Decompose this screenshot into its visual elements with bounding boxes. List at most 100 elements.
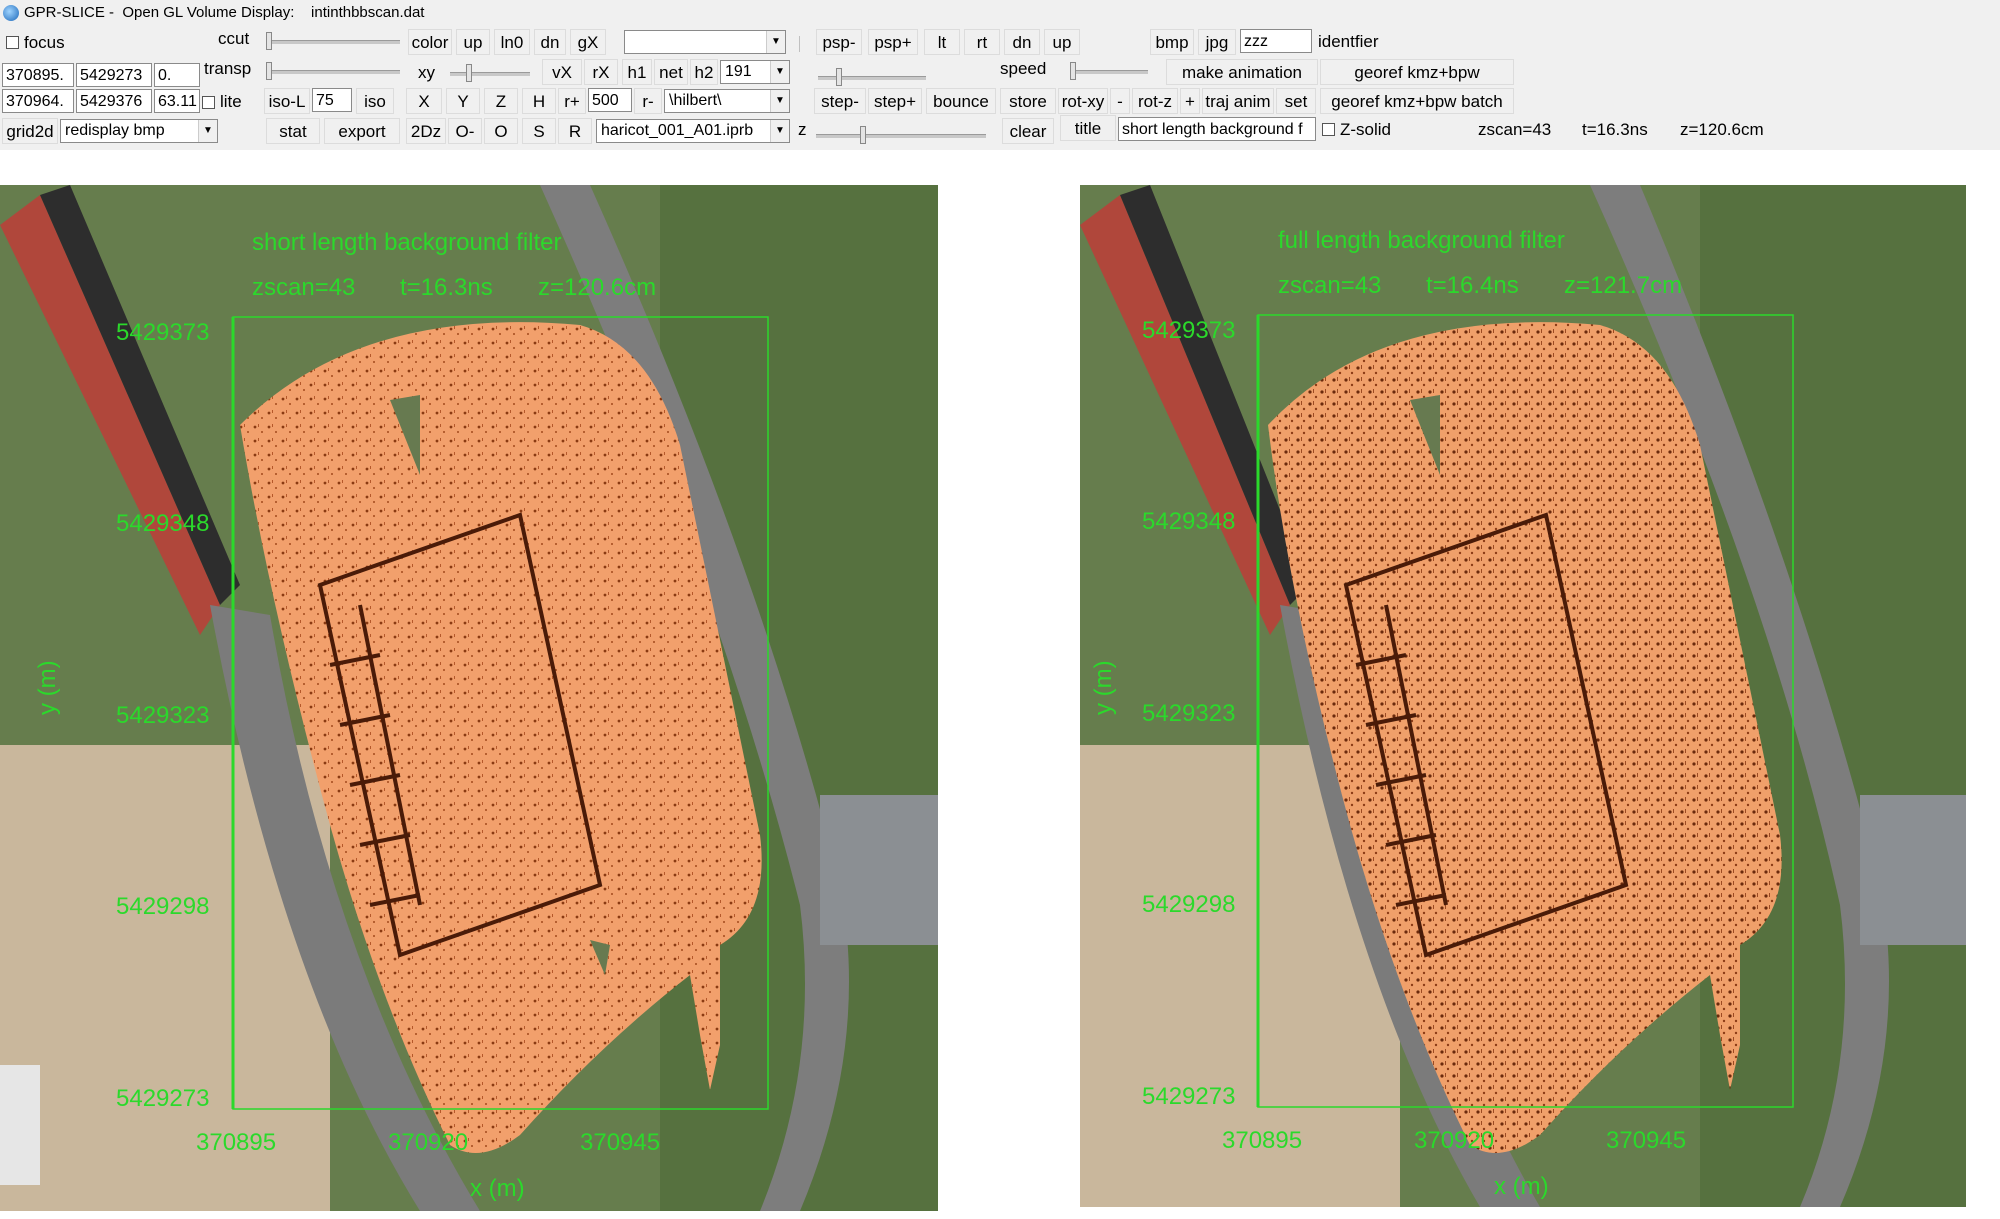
dn2-button[interactable]: dn [1004, 29, 1040, 55]
xy-slider-thumb[interactable] [466, 64, 472, 82]
step-plus-button[interactable]: step+ [868, 88, 922, 114]
psp-plus-button[interactable]: psp+ [868, 29, 918, 55]
focus-checkbox[interactable] [6, 36, 19, 49]
vx-button[interactable]: vX [542, 59, 582, 85]
r-minus-button[interactable]: r- [634, 88, 662, 114]
transp-slider[interactable] [266, 70, 400, 74]
coord-y1-field[interactable]: 5429273 [76, 63, 152, 87]
rot-xy-button[interactable]: rot-xy [1058, 88, 1108, 114]
y-tick-label: 5429348 [1142, 508, 1236, 535]
y-tick-label: 5429273 [116, 1085, 210, 1112]
coord-z2-field[interactable]: 63.11 [154, 89, 200, 113]
bmp-button[interactable]: bmp [1150, 29, 1194, 55]
chevron-down-icon: ▼ [770, 90, 789, 112]
y-axis-label: y (m) [1090, 660, 1117, 715]
rot-z-button[interactable]: rot-z [1132, 88, 1178, 114]
panel-time: t=16.4ns [1426, 272, 1519, 299]
make-animation-button[interactable]: make animation [1166, 59, 1318, 85]
lite-checkbox[interactable] [202, 96, 215, 109]
s-button[interactable]: S [522, 118, 556, 144]
panel-time: t=16.3ns [400, 274, 493, 301]
r-button[interactable]: R [558, 118, 592, 144]
rx-button[interactable]: rX [584, 59, 618, 85]
iso-l-button[interactable]: iso-L [264, 88, 310, 114]
bounce-button[interactable]: bounce [926, 88, 996, 114]
iso-button[interactable]: iso [356, 88, 394, 114]
status-zscan: zscan=43 [1478, 120, 1552, 139]
georef-batch-button[interactable]: georef kmz+bpw batch [1320, 88, 1514, 114]
title-input[interactable]: short length background f [1118, 117, 1316, 141]
filter-combo[interactable]: \hilbert\ ▼ [664, 89, 790, 113]
panel-title: full length background filter [1278, 227, 1565, 254]
gpr-panel-full-filter[interactable]: full length background filter zscan=43 t… [1080, 185, 1966, 1207]
set-button[interactable]: set [1276, 88, 1316, 114]
z-slider[interactable] [816, 134, 986, 138]
panel-title: short length background filter [252, 229, 562, 256]
status-time: t=16.3ns [1582, 120, 1648, 139]
up2-button[interactable]: up [1044, 29, 1080, 55]
traj-anim-button[interactable]: traj anim [1202, 88, 1274, 114]
speed-slider-thumb[interactable] [1070, 62, 1076, 80]
identifier-input[interactable]: zzz [1240, 29, 1312, 53]
coord-y2-field[interactable]: 5429376 [76, 89, 152, 113]
2dz-button[interactable]: 2Dz [406, 118, 446, 144]
iso-l-input[interactable]: 75 [312, 88, 352, 112]
x-axis-label: x (m) [1494, 1173, 1549, 1200]
file-combo-value: haricot_001_A01.iprb [601, 122, 754, 139]
gx-button[interactable]: gX [570, 29, 606, 55]
coord-x2-field[interactable]: 370964. [2, 89, 74, 113]
minus-button[interactable]: - [1110, 88, 1130, 114]
redisplay-combo[interactable]: redisplay bmp ▼ [60, 119, 218, 143]
title-button[interactable]: title [1060, 115, 1116, 141]
x-axis-button[interactable]: X [406, 88, 442, 114]
y-tick-label: 5429348 [116, 510, 210, 537]
psp-slider[interactable] [818, 76, 926, 80]
store-button[interactable]: store [1000, 88, 1056, 114]
speed-slider[interactable] [1070, 70, 1148, 74]
h1-button[interactable]: h1 [622, 59, 652, 85]
xy-label: xy [418, 63, 435, 82]
clear-button[interactable]: clear [1002, 118, 1054, 144]
georef-button[interactable]: georef kmz+bpw [1320, 59, 1514, 85]
h-button[interactable]: H [522, 88, 556, 114]
r-plus-button[interactable]: r+ [558, 88, 586, 114]
ccut-slider-thumb[interactable] [266, 32, 272, 50]
x-tick-label: 370945 [1606, 1127, 1687, 1154]
r-value-input[interactable]: 500 [588, 88, 632, 112]
psp-minus-button[interactable]: psp- [816, 29, 862, 55]
rt-button[interactable]: rt [964, 29, 1000, 55]
xy-slider[interactable] [450, 72, 530, 76]
plus-button[interactable]: + [1180, 88, 1200, 114]
step-minus-button[interactable]: step- [814, 88, 866, 114]
top-combo[interactable]: ▼ [624, 30, 786, 54]
o-button[interactable]: O [484, 118, 518, 144]
transp-slider-thumb[interactable] [266, 62, 272, 80]
lt-button[interactable]: lt [924, 29, 960, 55]
gpr-panel-short-filter[interactable]: short length background filter zscan=43 … [0, 185, 938, 1211]
y-axis-button[interactable]: Y [446, 88, 480, 114]
dn-button[interactable]: dn [534, 29, 566, 55]
net-button[interactable]: net [654, 59, 688, 85]
z-axis-button[interactable]: Z [484, 88, 518, 114]
z-solid-checkbox[interactable] [1322, 123, 1335, 136]
file-combo[interactable]: haricot_001_A01.iprb ▼ [596, 119, 790, 143]
y-tick-label: 5429373 [116, 319, 210, 346]
jpg-button[interactable]: jpg [1198, 29, 1236, 55]
ln0-button[interactable]: ln0 [494, 29, 530, 55]
export-button[interactable]: export [324, 118, 400, 144]
x-tick-label: 370920 [388, 1129, 469, 1156]
chevron-down-icon: ▼ [766, 31, 785, 53]
up-button[interactable]: up [456, 29, 490, 55]
z-slider-thumb[interactable] [860, 126, 866, 144]
color-button[interactable]: color [408, 29, 452, 55]
coord-z1-field[interactable]: 0. [154, 63, 200, 87]
psp-slider-thumb[interactable] [836, 68, 842, 86]
panel-depth: z=121.7cm [1564, 272, 1683, 299]
stat-button[interactable]: stat [266, 118, 320, 144]
coord-x1-field[interactable]: 370895. [2, 63, 74, 87]
o-minus-button[interactable]: O- [448, 118, 482, 144]
h2-button[interactable]: h2 [690, 59, 718, 85]
h2-combo[interactable]: 191 ▼ [720, 60, 790, 84]
grid2d-button[interactable]: grid2d [2, 118, 58, 144]
ccut-slider[interactable] [266, 40, 400, 44]
